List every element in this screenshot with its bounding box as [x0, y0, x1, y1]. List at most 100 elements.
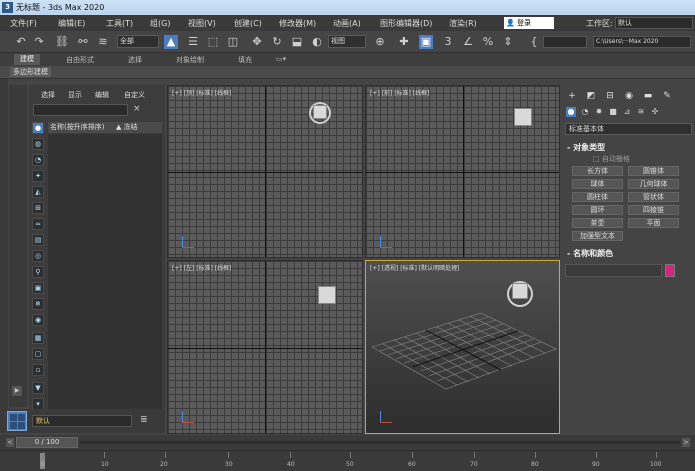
display-helpers-icon[interactable]: ⊞: [32, 202, 44, 214]
layers-icon[interactable]: ≣: [140, 415, 148, 425]
expand-arrow-icon[interactable]: ▶: [12, 386, 22, 396]
pyramid-button[interactable]: 四棱锥: [628, 205, 679, 215]
display-frozen-icon[interactable]: ❄: [32, 298, 44, 310]
menu-tools[interactable]: 工具(T): [106, 18, 133, 29]
time-slider-track[interactable]: [80, 441, 680, 444]
reference-coord-select[interactable]: 视图: [328, 35, 366, 48]
display-cameras-icon[interactable]: ◭: [32, 186, 44, 198]
create-tab-icon[interactable]: +: [566, 90, 578, 102]
keyboard-shortcut-override-icon[interactable]: ▣: [419, 35, 433, 49]
category-dropdown[interactable]: 标准基本体: [565, 123, 692, 135]
unlink-icon[interactable]: ⚯: [76, 35, 90, 49]
angle-snap-icon[interactable]: ∠: [461, 35, 475, 49]
cylinder-button[interactable]: 圆柱体: [572, 192, 623, 202]
column-name[interactable]: 名称(按升序排序): [50, 122, 104, 133]
toggle-all-icon[interactable]: ▦: [32, 332, 44, 344]
workspace-select[interactable]: 默认: [615, 17, 693, 29]
helpers-icon[interactable]: ⊿: [622, 107, 632, 117]
spinner-snap-icon[interactable]: ⇕: [501, 35, 515, 49]
clear-search-icon[interactable]: ×: [133, 104, 141, 114]
object-type-title[interactable]: - 对象类型: [567, 142, 605, 153]
viewcube-icon[interactable]: [514, 108, 532, 126]
explorer-menu-edit[interactable]: 编辑: [95, 90, 109, 100]
viewport-layout-icon[interactable]: [7, 411, 27, 431]
menu-animation[interactable]: 动画(A): [333, 18, 361, 29]
viewcube-icon[interactable]: [512, 283, 528, 299]
viewport-top-label[interactable]: [+] [顶] [标准] [线框]: [172, 88, 231, 97]
explorer-menu-customize[interactable]: 自定义: [124, 90, 145, 100]
window-crossing-icon[interactable]: ◫: [226, 35, 240, 49]
box-button[interactable]: 长方体: [572, 166, 623, 176]
next-frame-icon[interactable]: >: [682, 438, 690, 447]
named-selection-field[interactable]: [543, 36, 587, 48]
display-tab-icon[interactable]: ▬: [642, 90, 654, 102]
menu-graph-editors[interactable]: 图形编辑器(D): [380, 18, 432, 29]
viewport-top[interactable]: [+] [顶] [标准] [线框]: [167, 85, 363, 258]
select-manipulate-icon[interactable]: ✚: [397, 35, 411, 49]
teapot-button[interactable]: 茶壶: [572, 218, 623, 228]
modify-tab-icon[interactable]: ◩: [585, 90, 597, 102]
place-icon[interactable]: ◐: [310, 35, 324, 49]
lights-icon[interactable]: ✹: [594, 107, 604, 117]
menu-file[interactable]: 文件(F): [10, 18, 37, 29]
name-color-title[interactable]: - 名称和颜色: [567, 248, 613, 259]
menu-rendering[interactable]: 渲染(R): [449, 18, 477, 29]
display-hidden-icon[interactable]: ◉: [32, 314, 44, 326]
display-bones-icon[interactable]: ⚲: [32, 266, 44, 278]
viewcube-icon[interactable]: [318, 286, 336, 304]
menu-edit[interactable]: 编辑(E): [58, 18, 85, 29]
viewcube-icon[interactable]: [313, 105, 327, 119]
hierarchy-tab-icon[interactable]: ⊟: [604, 90, 616, 102]
rotate-icon[interactable]: ↻: [270, 35, 284, 49]
display-groups-icon[interactable]: ▤: [32, 234, 44, 246]
link-icon[interactable]: ⛓: [55, 35, 69, 49]
sphere-button[interactable]: 球体: [572, 179, 623, 189]
display-spacewarps-icon[interactable]: ≈: [32, 218, 44, 230]
pivot-icon[interactable]: ⊕: [373, 35, 387, 49]
viewport-left-label[interactable]: [+] [左] [标准] [线框]: [172, 263, 231, 272]
track-bar[interactable]: 0 10 20 30 40 50 60 70 80 90 100: [0, 450, 695, 471]
menu-create[interactable]: 创建(C): [234, 18, 262, 29]
object-name-input[interactable]: [565, 264, 662, 277]
text-plus-button[interactable]: 加强型文本: [572, 231, 623, 241]
tab-selection[interactable]: 选择: [128, 55, 142, 65]
tube-button[interactable]: 管状体: [628, 192, 679, 202]
viewport-front[interactable]: [+] [前] [标准] [线框]: [365, 85, 560, 258]
torus-button[interactable]: 圆环: [572, 205, 623, 215]
selection-filter-select[interactable]: 全部: [117, 35, 159, 48]
snaps-toggle-icon[interactable]: 3: [441, 35, 455, 49]
shapes-icon[interactable]: ◔: [580, 107, 590, 117]
systems-icon[interactable]: ✣: [650, 107, 660, 117]
motion-tab-icon[interactable]: ◉: [623, 90, 635, 102]
geometry-icon[interactable]: ●: [566, 107, 576, 117]
explorer-menu-display[interactable]: 显示: [68, 90, 82, 100]
edit-named-selection-icon[interactable]: {: [527, 35, 541, 49]
explorer-menu-select[interactable]: 选择: [41, 90, 55, 100]
column-frozen[interactable]: ▲ 冻结: [116, 122, 138, 133]
undo-icon[interactable]: ↶: [14, 35, 28, 49]
tab-modeling[interactable]: 建模: [14, 54, 40, 65]
bind-space-warp-icon[interactable]: ≋: [96, 35, 110, 49]
display-shapes-icon[interactable]: ◔: [32, 154, 44, 166]
previous-frame-icon[interactable]: <: [6, 438, 14, 447]
none-icon[interactable]: ▫: [32, 364, 44, 376]
object-color-swatch[interactable]: [665, 264, 675, 277]
tab-object-paint[interactable]: 对象绘制: [176, 55, 204, 65]
display-geometry-icon[interactable]: ◍: [32, 138, 44, 150]
percent-snap-icon[interactable]: %: [481, 35, 495, 49]
tab-populate[interactable]: 填充: [238, 55, 252, 65]
rectangular-selection-icon[interactable]: ⬚: [206, 35, 220, 49]
menu-group[interactable]: 组(G): [150, 18, 170, 29]
plane-button[interactable]: 平面: [628, 218, 679, 228]
redo-icon[interactable]: ↷: [32, 35, 46, 49]
filter-funnel-icon[interactable]: ▼: [32, 382, 44, 394]
viewport-perspective[interactable]: [+] [透视] [标准] [默认明暗处理]: [365, 260, 560, 434]
move-icon[interactable]: ✥: [250, 35, 264, 49]
menu-views[interactable]: 视图(V): [188, 18, 216, 29]
space-warps-icon[interactable]: ≋: [636, 107, 646, 117]
scale-icon[interactable]: ⬓: [290, 35, 304, 49]
display-lights-icon[interactable]: ✦: [32, 170, 44, 182]
menu-modifiers[interactable]: 修改器(M): [279, 18, 316, 29]
time-slider-thumb[interactable]: 0 / 100: [16, 437, 78, 448]
select-by-name-icon[interactable]: ☰: [186, 35, 200, 49]
